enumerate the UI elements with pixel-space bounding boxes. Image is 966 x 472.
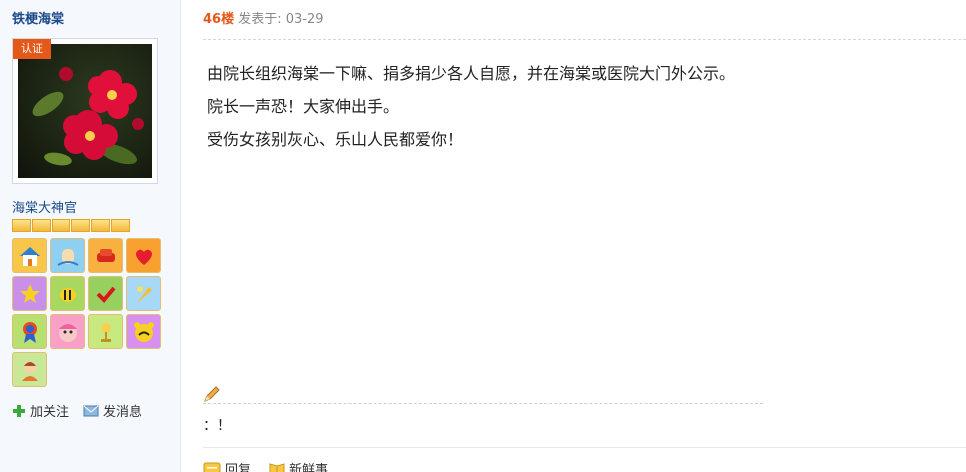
follow-label: 加关注 — [30, 405, 70, 420]
post-line: 院长一声恐！大家伸出手。 — [207, 97, 400, 116]
rank-segment — [51, 219, 71, 232]
envelope-icon — [83, 405, 99, 416]
header-divider — [203, 39, 966, 40]
cert-badge: 认证 — [13, 39, 51, 59]
fresh-news-label: 新鲜事 — [289, 463, 329, 472]
post-time: 发表于: 03-29 — [238, 12, 324, 27]
reply-button[interactable]: 回复 — [203, 459, 251, 472]
book-icon — [269, 462, 285, 472]
floor-number[interactable]: 46楼 — [203, 12, 234, 27]
post-line: 受伤女孩别灰心、乐山人民都爱你！ — [207, 130, 464, 149]
post-header: 46楼 发表于: 03-29 — [203, 8, 324, 27]
trophy-icon[interactable] — [88, 314, 123, 349]
rank-segment — [31, 219, 51, 232]
username-link[interactable]: 铁梗海棠 — [12, 8, 64, 27]
user-sidebar: 铁梗海棠 认证 海棠大神官 加关注 发消息 — [0, 0, 181, 472]
rosette-icon[interactable] — [12, 314, 47, 349]
message-label: 发消息 — [103, 405, 143, 420]
footer-divider — [203, 447, 966, 448]
post-content: 由院长组织海棠一下嘛、捐多捐少各人自愿，并在海棠或医院大门外公示。 院长一声恐！… — [207, 57, 947, 156]
signature: ：！ — [203, 418, 231, 434]
post-line: 由院长组织海棠一下嘛、捐多捐少各人自愿，并在海棠或医院大门外公示。 — [207, 64, 736, 83]
pink-face-icon[interactable] — [50, 314, 85, 349]
bee-icon[interactable] — [50, 276, 85, 311]
wave-hand-icon[interactable] — [50, 238, 85, 273]
rank-level-bar — [12, 219, 130, 232]
post-actions: 回复 新鲜事 — [203, 459, 328, 472]
user-actions: 加关注 发消息 — [12, 401, 142, 420]
heart-icon[interactable] — [126, 238, 161, 273]
rank-segment — [111, 219, 130, 232]
rank-segment — [91, 219, 111, 232]
fresh-news-button[interactable]: 新鲜事 — [269, 459, 328, 472]
rank-segment — [12, 219, 31, 232]
follow-button[interactable]: 加关注 — [12, 401, 69, 420]
avatar-image — [18, 44, 152, 178]
flower-image — [32, 67, 144, 166]
send-message-button[interactable]: 发消息 — [83, 401, 142, 420]
pencil-icon — [204, 386, 220, 402]
check-icon[interactable] — [88, 276, 123, 311]
feather-icon[interactable] — [126, 276, 161, 311]
reply-icon — [203, 462, 221, 472]
rank-segment — [71, 219, 91, 232]
bear-face-icon[interactable] — [126, 314, 161, 349]
signature-divider — [203, 403, 763, 404]
plus-icon — [13, 404, 25, 417]
avatar[interactable]: 认证 — [12, 38, 158, 184]
home-icon[interactable] — [12, 238, 47, 273]
rank-title: 海棠大神官 — [12, 201, 78, 216]
medal-grid — [12, 238, 164, 387]
reply-label: 回复 — [225, 463, 252, 472]
person-icon[interactable] — [12, 352, 47, 387]
sofa-icon[interactable] — [88, 238, 123, 273]
star-icon[interactable] — [12, 276, 47, 311]
